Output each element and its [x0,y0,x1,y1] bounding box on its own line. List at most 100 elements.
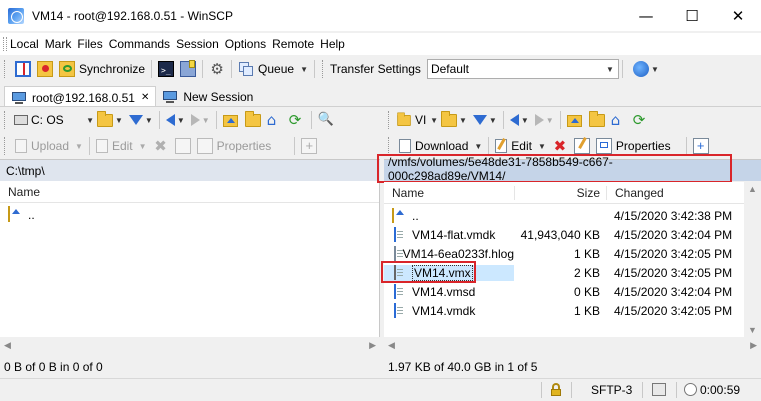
remote-parent-dir-button[interactable] [564,109,586,131]
menu-session[interactable]: Session [173,37,222,51]
local-status: 0 B of 0 B in 0 of 0 [4,360,103,374]
back-arrow-icon [509,114,519,126]
refresh-icon: ⟳ [632,111,646,129]
properties-icon [196,138,213,154]
refresh-icon: ⟳ [288,111,302,129]
local-edit-button[interactable]: Edit ▼ [93,135,150,157]
scroll-left-icon[interactable]: ◀ [388,340,395,351]
list-item[interactable]: .. [0,205,379,224]
file-changed: 4/15/2020 3:42:04 PM [614,227,733,242]
local-file-panel: Name .. [0,181,380,337]
chevron-down-icon: ▼ [176,115,185,125]
local-col-name-header[interactable]: Name [0,181,379,203]
remote-dir-label: VI [415,113,427,127]
compare-directories-button[interactable] [12,58,34,80]
menu-commands[interactable]: Commands [106,37,173,51]
remote-horizontal-scrollbar[interactable]: ◀ ▶ [384,337,761,354]
local-nav-toolbar: C: OS ▼ ▼ ▼ ▼ ▼ ⌂ ⟳ 🔍 [0,107,380,133]
local-find-button[interactable]: 🔍 [315,109,337,131]
connection-status-bar: SFTP-3 0:00:59 [0,378,761,401]
scroll-up-icon[interactable]: ▲ [748,184,757,194]
local-col-name-label: Name [8,184,41,199]
chevron-down-icon: ▼ [606,64,614,74]
file-size: 0 KB [573,284,600,299]
sync-browse-button[interactable] [34,58,56,80]
lock-icon [551,383,561,396]
local-forward-button[interactable]: ▼ [188,109,213,131]
putty-button[interactable] [177,58,199,80]
remote-back-button[interactable]: ▼ [507,109,532,131]
remote-vertical-scrollbar[interactable]: ▲ ▼ [744,182,761,337]
upload-button[interactable]: Upload ▼ [12,135,86,157]
minimize-button[interactable]: — [623,0,669,31]
download-label: Download [415,139,469,153]
putty-icon [180,60,197,77]
scroll-right-icon[interactable]: ▶ [750,340,757,351]
queue-button[interactable]: Queue ▼ [235,58,311,80]
local-root-dir-button[interactable] [242,109,264,131]
local-path: C:\tmp\ [6,163,45,178]
remote-filter-button[interactable]: ▼ [470,109,500,131]
properties-icon [595,138,612,154]
menu-files[interactable]: Files [74,37,105,51]
local-back-button[interactable]: ▼ [163,109,188,131]
local-new-button[interactable]: + [298,135,320,157]
remote-forward-button[interactable]: ▼ [532,109,557,131]
open-terminal-button[interactable]: >_ [155,58,177,80]
menu-mark[interactable]: Mark [42,37,75,51]
local-horizontal-scrollbar[interactable]: ◀ ▶ [0,337,380,354]
remote-col-changed-header[interactable]: Changed [606,185,664,200]
table-row[interactable]: VM14.vmdk 1 KB 4/15/2020 3:42:05 PM [384,301,744,320]
file-size: 1 KB [573,246,600,261]
local-parent-dir-button[interactable] [220,109,242,131]
tab-new-session[interactable]: New Session [156,86,259,108]
local-open-dir-button[interactable]: ▼ [94,109,126,131]
parent-folder-icon [392,207,408,224]
scroll-right-icon[interactable]: ▶ [369,340,376,351]
theme-button[interactable]: ▼ [630,58,662,80]
remote-col-size-header[interactable]: Size [514,185,606,200]
local-drive-select[interactable]: C: OS ▼ [12,110,94,130]
local-filter-button[interactable]: ▼ [126,109,156,131]
remote-open-dir-button[interactable]: ▼ [438,109,470,131]
menu-local[interactable]: Local [7,37,42,51]
close-window-button[interactable]: ✕ [715,0,761,31]
remote-nav-toolbar: VI ▼ ▼ ▼ ▼ ▼ ⌂ ⟳ [384,107,761,133]
maximize-button[interactable]: ☐ [669,0,715,31]
menu-options[interactable]: Options [222,37,269,51]
remote-dir-select[interactable]: VI ▼ [396,110,438,130]
scroll-left-icon[interactable]: ◀ [4,340,11,351]
table-row[interactable]: VM14.vmsd 0 KB 4/15/2020 3:42:04 PM [384,282,744,301]
preferences-button[interactable]: ⚙ [206,58,228,80]
toolbar-separator [88,137,90,155]
table-row[interactable]: VM14-flat.vmdk 41,943,040 KB 4/15/2020 3… [384,225,744,244]
toolbar-separator [621,60,623,78]
chevron-down-icon: ▼ [459,115,467,125]
scroll-down-icon[interactable]: ▼ [748,325,757,335]
local-home-button[interactable]: ⌂ [264,109,286,131]
queue-icon [238,61,254,77]
remote-col-name-header[interactable]: Name [384,186,514,200]
local-properties-button[interactable]: Properties [194,135,275,157]
root-folder-icon [244,110,261,127]
tab-session[interactable]: root@192.168.0.51 ✕ [4,86,157,108]
local-delete-button[interactable]: ✖ [150,135,172,157]
synchronize-button[interactable]: Synchronize [56,58,148,80]
remote-root-dir-button[interactable] [586,109,608,131]
local-rename-button[interactable] [172,135,194,157]
local-path-bar[interactable]: C:\tmp\ [0,159,380,181]
remote-home-button[interactable]: ⌂ [608,109,630,131]
remote-refresh-button[interactable]: ⟳ [630,109,652,131]
home-icon: ⌂ [610,111,621,129]
menu-remote[interactable]: Remote [269,37,317,51]
toolbar-separator [151,60,153,78]
transfer-settings-select[interactable]: Default ▼ [426,59,619,79]
local-refresh-button[interactable]: ⟳ [286,109,308,131]
file-size: 1 KB [573,303,600,318]
menu-help[interactable]: Help [317,37,348,51]
vmdk-file-icon [392,283,408,300]
close-tab-icon[interactable]: ✕ [141,92,149,103]
table-row[interactable]: .. 4/15/2020 3:42:38 PM [384,206,744,225]
filter-icon [128,115,143,125]
toolbar-separator [202,60,204,78]
